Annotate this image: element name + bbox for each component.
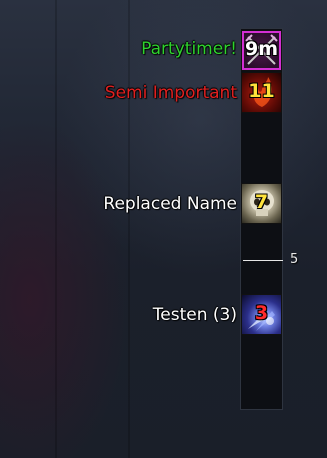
timer-count-testen: 3 — [254, 302, 269, 324]
timer-icon-testen[interactable]: 3 — [241, 294, 282, 335]
timer-icon-replaced-name[interactable]: 7 — [241, 183, 282, 224]
timer-count-semi-important: 11 — [248, 80, 275, 102]
timeline-tick-label: 5 — [290, 252, 299, 267]
timer-label-replaced-name: Replaced Name — [103, 194, 237, 214]
timer-count-replaced-name: 7 — [254, 191, 269, 213]
timer-label-semi-important: Semi Important — [104, 83, 237, 103]
background-pillar — [55, 0, 57, 458]
timer-count-partytimer: 9m — [244, 38, 279, 60]
timeline-tick-line — [243, 260, 283, 261]
timer-icon-semi-important[interactable]: 11 — [241, 72, 282, 113]
timer-label-partytimer: Partytimer! — [141, 39, 237, 59]
background-pillar — [128, 0, 130, 458]
timer-label-testen: Testen (3) — [152, 305, 237, 325]
timer-icon-partytimer[interactable]: 9m — [241, 30, 282, 71]
